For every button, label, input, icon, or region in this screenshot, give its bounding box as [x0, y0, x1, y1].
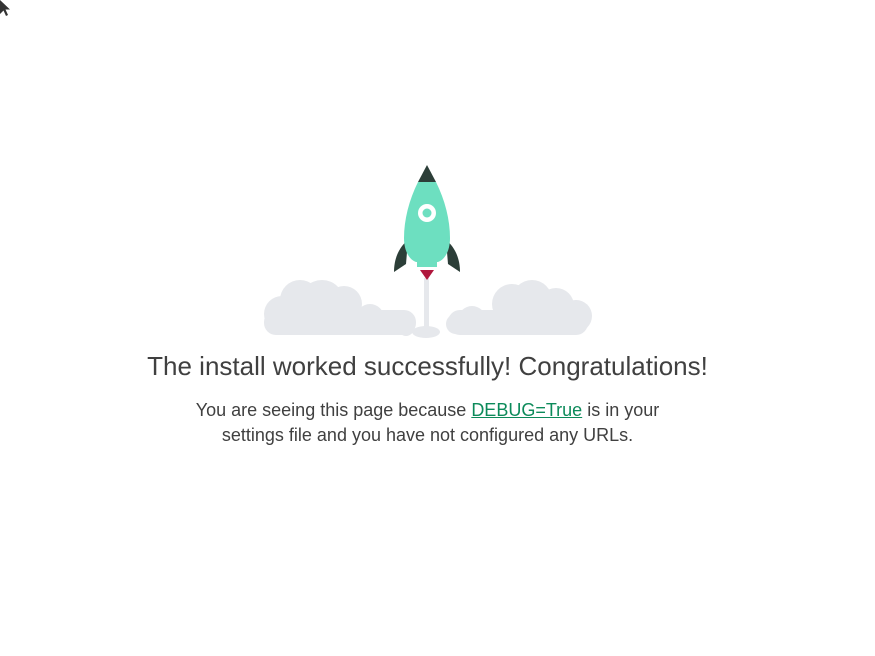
message-text-after-link: is in your [582, 400, 660, 420]
info-message-line-2: settings file and you have not configure… [221, 425, 634, 445]
info-message-line-1: You are seeing this page because DEBUG=T… [0, 398, 855, 423]
page-container: The install worked successfully! Congrat… [0, 0, 875, 656]
exhaust-trail [424, 278, 429, 330]
cloud-right [446, 280, 592, 335]
page-title: The install worked successfully! Congrat… [147, 351, 708, 381]
message-text-before-link: You are seeing this page because [195, 400, 472, 420]
rocket-icon [394, 165, 460, 280]
rocket-launch-illustration [264, 165, 592, 338]
debug-setting-link[interactable]: DEBUG=True [471, 400, 582, 420]
info-message: You are seeing this page because DEBUG=T… [0, 398, 855, 448]
mouse-pointer-icon [0, 0, 10, 16]
cloud-left [264, 280, 416, 336]
